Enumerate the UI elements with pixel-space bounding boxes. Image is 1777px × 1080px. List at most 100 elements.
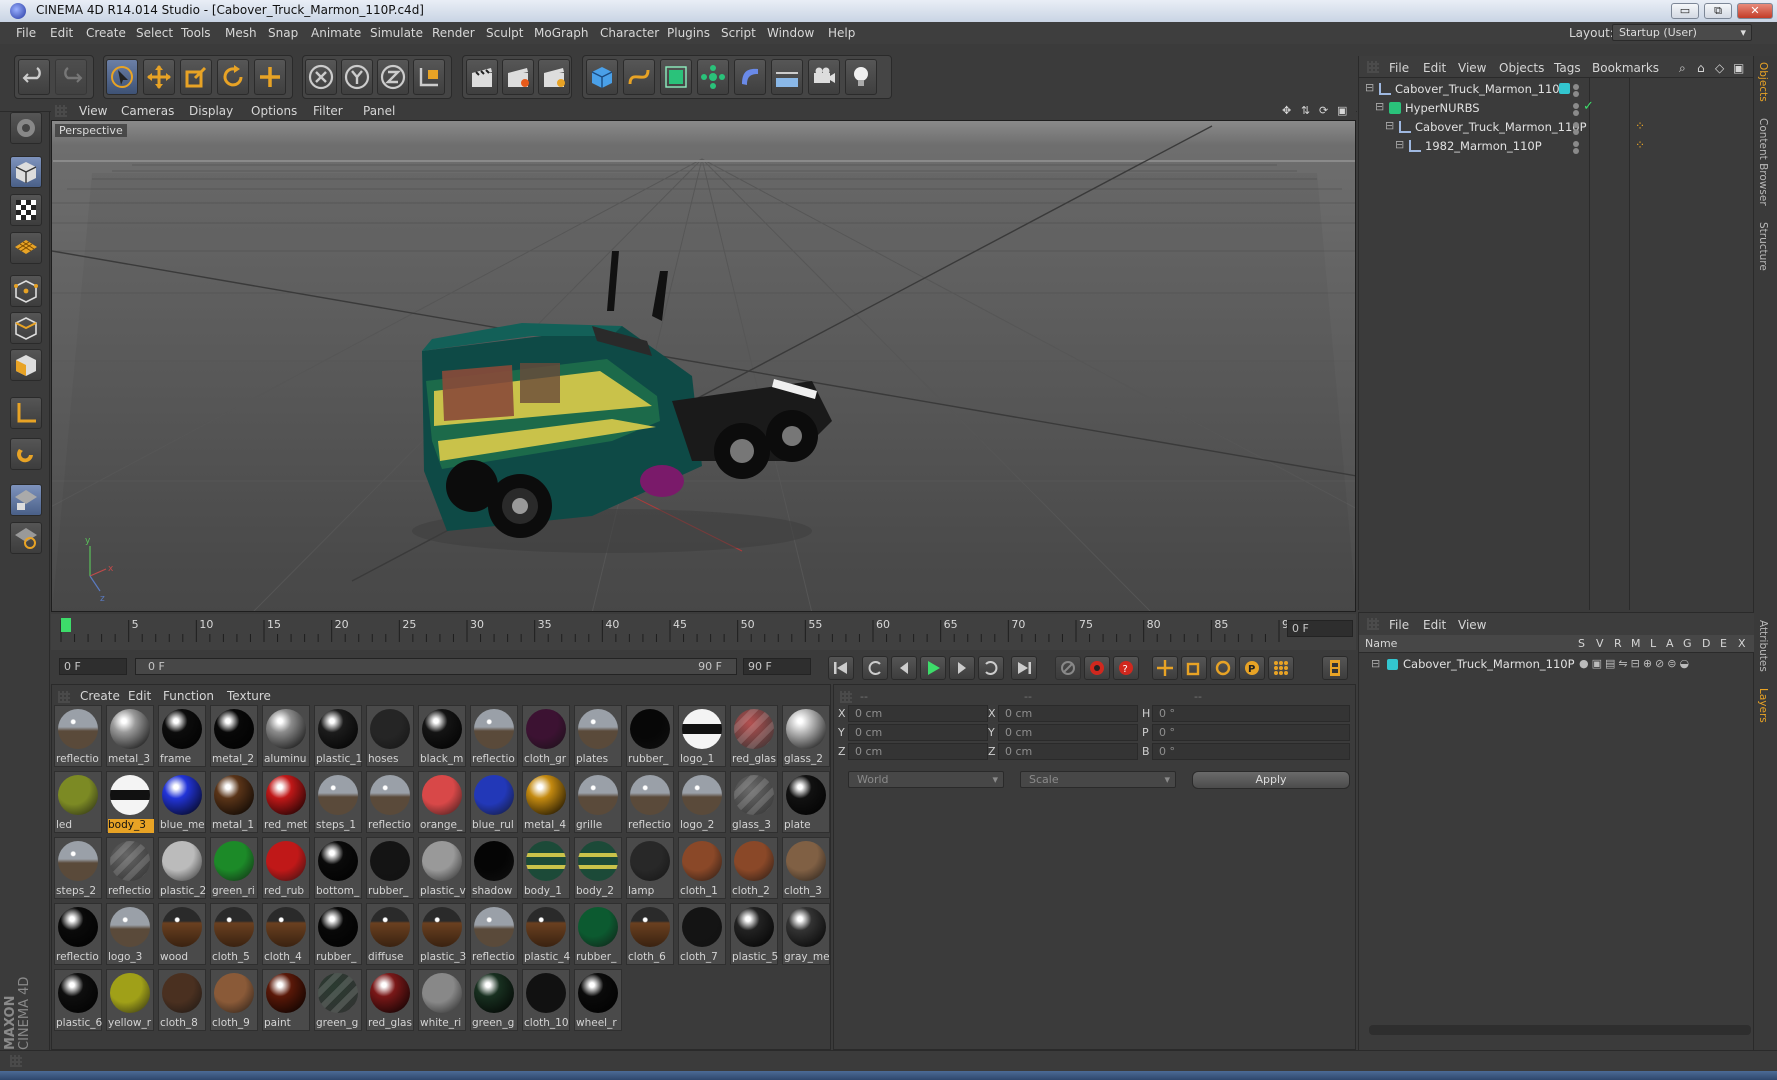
material-swatch[interactable]: yellow_r: [106, 969, 154, 1031]
coordinate-system-button[interactable]: [413, 59, 445, 95]
layer-menu-file[interactable]: File: [1389, 618, 1409, 632]
go-to-end-button[interactable]: [1011, 656, 1037, 680]
material-swatch[interactable]: metal_3: [106, 705, 154, 767]
point-level-key-button[interactable]: [1268, 656, 1294, 680]
material-swatch[interactable]: reflectio: [470, 705, 518, 767]
layer-menu-edit[interactable]: Edit: [1423, 618, 1446, 632]
workplane-mode-button[interactable]: [10, 232, 42, 264]
material-swatch[interactable]: cloth_5: [210, 903, 258, 965]
scale-button[interactable]: [180, 59, 212, 95]
home-icon[interactable]: ⌂: [1697, 61, 1705, 75]
material-swatch[interactable]: rubber_: [366, 837, 414, 899]
material-swatch[interactable]: plate: [782, 771, 830, 833]
material-swatch[interactable]: plastic_1: [314, 705, 362, 767]
object-name[interactable]: 1982_Marmon_110P: [1425, 139, 1542, 153]
material-swatch[interactable]: plates: [574, 705, 622, 767]
next-frame-button[interactable]: [949, 656, 975, 680]
points-mode-button[interactable]: [10, 275, 42, 307]
scene-button[interactable]: [771, 59, 803, 95]
viewport-menu-display[interactable]: Display: [189, 104, 233, 118]
tab-structure[interactable]: Structure: [1757, 222, 1769, 271]
object-row[interactable]: ⊟ HyperNURBS ✓: [1359, 98, 1754, 119]
material-swatch[interactable]: glass_2: [782, 705, 830, 767]
object-menu-view[interactable]: View: [1458, 61, 1486, 75]
column-generators[interactable]: G: [1683, 637, 1692, 650]
material-swatch[interactable]: blue_me: [158, 771, 206, 833]
menu-edit[interactable]: Edit: [50, 26, 73, 40]
object-menu-edit[interactable]: Edit: [1423, 61, 1446, 75]
render-settings-button[interactable]: [538, 59, 570, 95]
object-menu-tags[interactable]: Tags: [1554, 61, 1581, 75]
material-swatch[interactable]: lamp: [626, 837, 674, 899]
viewport-menu-view[interactable]: View: [79, 104, 107, 118]
scale-key-button[interactable]: [1181, 656, 1207, 680]
tab-objects[interactable]: Objects: [1757, 62, 1769, 102]
previous-key-button[interactable]: [862, 656, 888, 680]
material-swatch[interactable]: shadow: [470, 837, 518, 899]
go-to-start-button[interactable]: [828, 656, 854, 680]
expand-icon[interactable]: ⊟: [1385, 119, 1394, 132]
column-expressions[interactable]: E: [1720, 637, 1727, 650]
material-swatch[interactable]: metal_4: [522, 771, 570, 833]
material-swatch[interactable]: wood: [158, 903, 206, 965]
material-swatch[interactable]: rubber_: [626, 705, 674, 767]
material-swatch[interactable]: diffuse: [366, 903, 414, 965]
material-swatch[interactable]: body_1: [522, 837, 570, 899]
material-swatch[interactable]: metal_1: [210, 771, 258, 833]
column-xref[interactable]: X: [1738, 637, 1746, 650]
material-swatch[interactable]: body_2: [574, 837, 622, 899]
material-swatch[interactable]: gray_me: [782, 903, 830, 965]
object-menu-objects[interactable]: Objects: [1499, 61, 1544, 75]
light-button[interactable]: [845, 59, 877, 95]
column-name[interactable]: Name: [1365, 637, 1397, 650]
material-swatch[interactable]: green_ri: [210, 837, 258, 899]
menu-create[interactable]: Create: [86, 26, 126, 40]
material-swatch[interactable]: reflectio: [366, 771, 414, 833]
playhead[interactable]: [61, 618, 71, 632]
object-menu-bookmarks[interactable]: Bookmarks: [1592, 61, 1659, 75]
object-row[interactable]: ⊟ Cabover_Truck_Marmon_110P ⁘: [1359, 117, 1754, 138]
coordinate-value-field[interactable]: 0 °: [1152, 743, 1350, 760]
render-visibility-dot[interactable]: [1573, 129, 1579, 135]
menu-select[interactable]: Select: [136, 26, 173, 40]
material-swatch[interactable]: plastic_3: [418, 903, 466, 965]
soft-selection-button[interactable]: [10, 522, 42, 554]
editor-visibility-dot[interactable]: [1573, 103, 1579, 109]
size-mode-dropdown[interactable]: Scale ▾: [1020, 771, 1176, 788]
z-axis-button[interactable]: [377, 59, 409, 95]
previous-frame-button[interactable]: [891, 656, 917, 680]
make-editable-button[interactable]: [10, 112, 42, 144]
tab-content-browser[interactable]: Content Browser: [1757, 118, 1769, 206]
layer-flag-icons[interactable]: ●▣▤⇋⊟⊕⊘⊜◒: [1579, 657, 1692, 670]
column-deformers[interactable]: D: [1702, 637, 1710, 650]
column-solo[interactable]: S: [1578, 637, 1585, 650]
redo-button[interactable]: [55, 59, 87, 95]
object-up-icon[interactable]: ◇: [1715, 61, 1724, 75]
material-menu-edit[interactable]: Edit: [128, 689, 151, 703]
restore-button[interactable]: ⧉: [1704, 3, 1732, 19]
close-button[interactable]: ✕: [1737, 3, 1773, 19]
menu-simulate[interactable]: Simulate: [370, 26, 423, 40]
coordinate-value-field[interactable]: 0 cm: [848, 724, 988, 741]
expand-icon[interactable]: ⊟: [1371, 657, 1380, 670]
material-menu-function[interactable]: Function: [163, 689, 214, 703]
current-frame-field[interactable]: 0 F: [1287, 620, 1353, 637]
menu-mesh[interactable]: Mesh: [225, 26, 257, 40]
object-name[interactable]: Cabover_Truck_Marmon_110P: [1395, 82, 1567, 96]
material-swatch[interactable]: steps_2: [54, 837, 102, 899]
axis-mode-button[interactable]: [10, 397, 42, 429]
render-visibility-dot[interactable]: [1573, 148, 1579, 154]
material-swatch[interactable]: cloth_10: [522, 969, 570, 1031]
workplane-lock-button[interactable]: [10, 484, 42, 516]
cube-button[interactable]: [586, 59, 618, 95]
editor-visibility-dot[interactable]: [1573, 141, 1579, 147]
menu-file[interactable]: File: [16, 26, 36, 40]
material-swatch[interactable]: plastic_5: [730, 903, 778, 965]
rotation-key-button[interactable]: [1210, 656, 1236, 680]
perspective-viewport[interactable]: y x z Perspective: [51, 120, 1356, 612]
material-menu-texture[interactable]: Texture: [227, 689, 271, 703]
array-button[interactable]: [697, 59, 729, 95]
coordinate-value-field[interactable]: 0 °: [1152, 724, 1350, 741]
material-swatch[interactable]: blue_rul: [470, 771, 518, 833]
texture-mode-button[interactable]: [10, 194, 42, 226]
